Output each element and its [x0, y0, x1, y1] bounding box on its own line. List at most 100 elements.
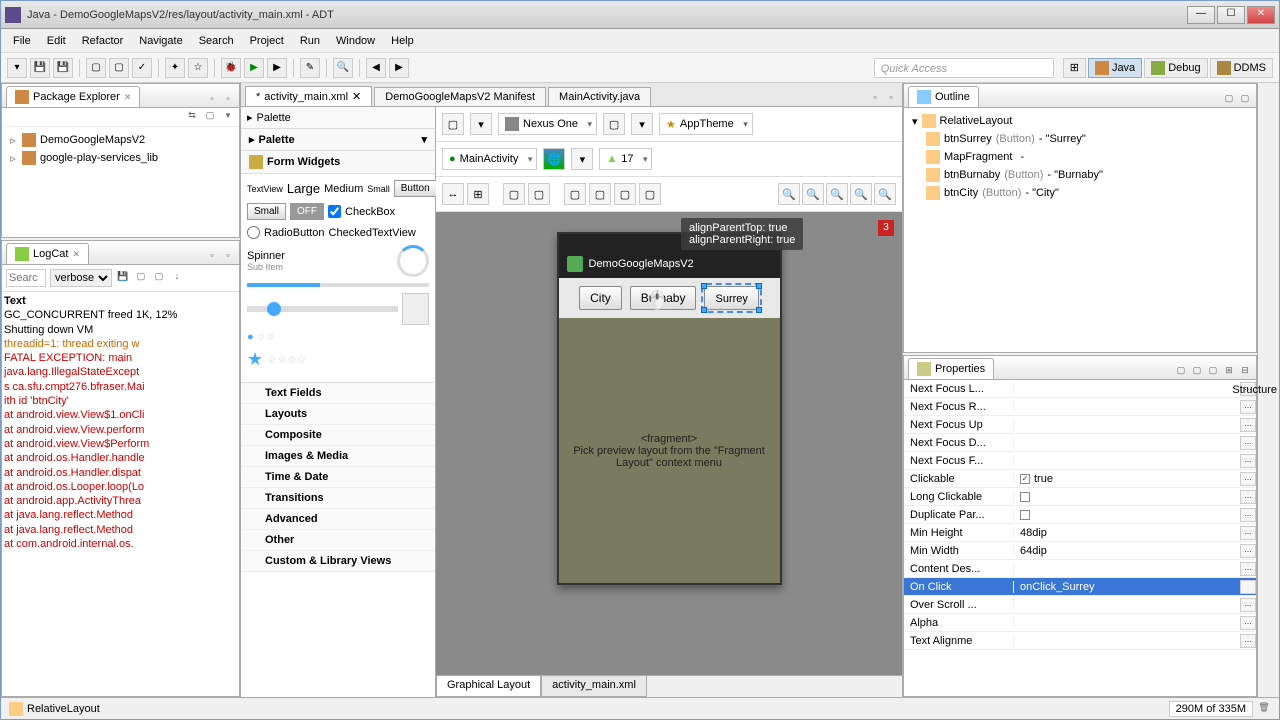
zoom-in-button[interactable]: 🔍: [850, 183, 872, 205]
menu-file[interactable]: File: [5, 32, 39, 50]
open-perspective-button[interactable]: ⊞: [1063, 58, 1086, 78]
property-row[interactable]: On ClickonClick_Surrey…: [904, 578, 1256, 596]
menu-refactor[interactable]: Refactor: [74, 32, 132, 50]
widget-small-button[interactable]: Small: [247, 203, 286, 220]
theme-select[interactable]: ★AppTheme: [659, 113, 753, 135]
show-button[interactable]: ▢: [639, 183, 661, 205]
activity-select[interactable]: ●MainActivity: [442, 148, 537, 170]
locale-button[interactable]: 🌐: [543, 148, 565, 170]
outline-item[interactable]: btnBurnaby (Button) - "Burnaby": [908, 166, 1252, 184]
widget-progressbar[interactable]: [247, 283, 429, 287]
logcat-search-input[interactable]: [6, 269, 46, 287]
orientation-dropdown[interactable]: ▾: [631, 113, 653, 135]
widget-checkbox[interactable]: CheckBox: [345, 206, 395, 218]
editor-tab-manifest[interactable]: DemoGoogleMapsV2 Manifest: [374, 87, 546, 106]
save-all-button[interactable]: 💾: [53, 58, 73, 78]
property-more-button[interactable]: …: [1240, 562, 1256, 576]
minimize-icon[interactable]: ▫: [205, 93, 219, 107]
avd-manager-button[interactable]: ▢: [109, 58, 129, 78]
property-more-button[interactable]: …: [1240, 454, 1256, 468]
run-button[interactable]: ▶: [244, 58, 264, 78]
property-more-button[interactable]: …: [1240, 526, 1256, 540]
property-more-button[interactable]: …: [1240, 436, 1256, 450]
property-row[interactable]: Alpha…: [904, 614, 1256, 632]
toggle-state-button[interactable]: ↔: [442, 183, 464, 205]
props-icon[interactable]: ▢: [1190, 365, 1204, 379]
outline-item[interactable]: MapFragment -: [908, 148, 1252, 166]
export-log-icon[interactable]: ↓: [170, 271, 184, 285]
minimize-icon[interactable]: ▫: [868, 92, 882, 106]
property-row[interactable]: Long Clickable…: [904, 488, 1256, 506]
logcat-level-select[interactable]: verbose: [50, 269, 112, 287]
property-row[interactable]: Min Height48dip…: [904, 524, 1256, 542]
property-more-button[interactable]: …: [1240, 634, 1256, 648]
close-icon[interactable]: ✕: [72, 249, 80, 260]
property-row[interactable]: Text Alignme…: [904, 632, 1256, 650]
config-button[interactable]: ▢: [442, 113, 464, 135]
palette-category[interactable]: Images & Media: [241, 446, 435, 467]
show-button[interactable]: ▢: [564, 183, 586, 205]
new-project-button[interactable]: ✦: [165, 58, 185, 78]
editor-tab-activity-main[interactable]: *activity_main.xml✕: [245, 86, 372, 106]
collapse-icon[interactable]: ⊟: [1238, 365, 1252, 379]
back-button[interactable]: ◀: [366, 58, 386, 78]
collapse-all-icon[interactable]: ⇆: [185, 110, 199, 124]
minimize-button[interactable]: —: [1187, 6, 1215, 24]
widget-button[interactable]: Button: [394, 180, 437, 197]
props-icon[interactable]: ▢: [1174, 365, 1188, 379]
properties-grid[interactable]: Next Focus L...…Next Focus R...…Next Foc…: [904, 380, 1256, 696]
view-menu-icon[interactable]: ▢: [1222, 93, 1236, 107]
widget-spinner[interactable]: Spinner: [247, 250, 285, 262]
menu-search[interactable]: Search: [191, 32, 242, 50]
widget-medium[interactable]: Medium: [324, 183, 363, 195]
property-row[interactable]: Next Focus D...…: [904, 434, 1256, 452]
zoom-fit-button[interactable]: 🔍: [826, 183, 848, 205]
save-button[interactable]: 💾: [30, 58, 50, 78]
perspective-debug[interactable]: Debug: [1144, 58, 1207, 78]
layout-canvas[interactable]: 3 DemoGoogleMapsV2 City Burnaby: [436, 212, 902, 675]
property-row[interactable]: Content Des...…: [904, 560, 1256, 578]
new-button[interactable]: ▾: [7, 58, 27, 78]
widget-quickcontact[interactable]: [402, 293, 429, 325]
show-button[interactable]: ▢: [589, 183, 611, 205]
property-row[interactable]: Min Width64dip…: [904, 542, 1256, 560]
palette-category[interactable]: Transitions: [241, 488, 435, 509]
widget-progress[interactable]: [397, 245, 429, 277]
logcat-output[interactable]: Text GC_CONCURRENT freed 1K, 12%Shutting…: [2, 292, 239, 696]
property-row[interactable]: Next Focus F...…: [904, 452, 1256, 470]
widget-textview[interactable]: TextView: [247, 184, 283, 194]
show-button[interactable]: ▢: [614, 183, 636, 205]
package-explorer-tab[interactable]: Package Explorer ✕: [6, 86, 140, 107]
widget-radiobutton[interactable]: RadioButton: [264, 227, 325, 239]
widget-large[interactable]: Large: [287, 181, 320, 196]
menu-run[interactable]: Run: [292, 32, 328, 50]
api-select[interactable]: ▲17: [599, 148, 652, 170]
property-more-button[interactable]: …: [1240, 472, 1256, 486]
property-more-button[interactable]: …: [1240, 544, 1256, 558]
palette-category[interactable]: Advanced: [241, 509, 435, 530]
property-row[interactable]: Over Scroll ...…: [904, 596, 1256, 614]
widget-checkbox-icon[interactable]: [328, 205, 341, 218]
palette-category[interactable]: Composite: [241, 425, 435, 446]
orientation-button[interactable]: ▢: [603, 113, 625, 135]
maximize-button[interactable]: ☐: [1217, 6, 1245, 24]
properties-tab[interactable]: Properties: [908, 358, 994, 379]
outline-tab[interactable]: Outline: [908, 86, 979, 107]
xml-source-tab[interactable]: activity_main.xml: [541, 676, 647, 697]
property-row[interactable]: Next Focus Up…: [904, 416, 1256, 434]
view-menu-icon[interactable]: ▾: [221, 110, 235, 124]
new-class-button[interactable]: ✎: [300, 58, 320, 78]
close-icon[interactable]: ✕: [124, 92, 132, 103]
property-more-button[interactable]: …: [1240, 580, 1256, 594]
project-item[interactable]: google-play-services_lib: [40, 152, 158, 164]
property-row[interactable]: Next Focus R...…: [904, 398, 1256, 416]
palette-category[interactable]: Time & Date: [241, 467, 435, 488]
property-more-button[interactable]: …: [1240, 400, 1256, 414]
graphical-layout-tab[interactable]: Graphical Layout: [436, 676, 541, 697]
link-editor-icon[interactable]: ▢: [203, 110, 217, 124]
search-button[interactable]: 🔍: [333, 58, 353, 78]
property-more-button[interactable]: …: [1240, 490, 1256, 504]
outline-item[interactable]: btnCity (Button) - "City": [908, 184, 1252, 202]
config-dropdown[interactable]: ▾: [470, 113, 492, 135]
minimize-icon[interactable]: ▫: [205, 250, 219, 264]
